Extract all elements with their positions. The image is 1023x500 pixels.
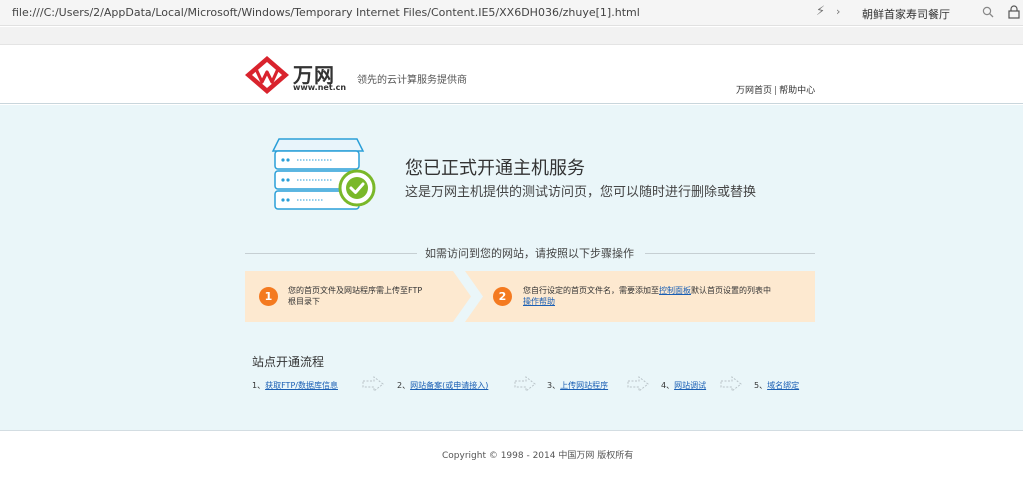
wanwang-logo-icon[interactable] [244,55,290,95]
step-2-suffix: 默认首页设置的列表中 [691,286,771,295]
step-1-line2: 根目录下 [288,297,320,306]
site-header: 万网 www.net.cn 领先的云计算服务提供商 万网首页 | 帮助中心 [0,46,1023,104]
flow-step-link[interactable]: 域名绑定 [767,381,799,390]
page-title: 您已正式开通主机服务 [405,158,585,179]
step-2-prefix: 您自行设定的首页文件名，需要添加至 [523,286,659,295]
divider-right [645,253,815,254]
site-footer: Copyright © 1998 - 2014 中国万网 版权所有 [0,432,1023,500]
control-panel-link[interactable]: 控制面板 [659,286,691,295]
steps-heading: 如需访问到您的网站，请按照以下步骤操作 [421,245,638,261]
divider-left [245,253,417,254]
step-1-line1: 您的首页文件及网站程序需上传至FTP [288,286,423,295]
home-link[interactable]: 万网首页 [736,86,772,96]
flow-step-link[interactable]: 网站调试 [674,381,706,390]
copyright-text: Copyright © 1998 - 2014 中国万网 版权所有 [442,451,634,461]
right-arrow-icon [720,376,742,392]
flow-step-num: 4、 [661,381,675,390]
flow-step-5: 5、域名绑定 [754,380,799,391]
logo-url: www.net.cn [293,83,347,92]
browser-toolbar [0,27,1023,45]
flow-step-link[interactable]: 上传网站程序 [560,381,608,390]
step-1-text: 您的首页文件及网站程序需上传至FTP 根目录下 [288,285,458,307]
flow-title: 站点开通流程 [252,355,325,369]
step-2-text: 您自行设定的首页文件名，需要添加至控制面板默认首页设置的列表中 操作帮助 [523,285,808,307]
link-separator: | [774,86,778,96]
flow-step-1: 1、获取FTP/数据库信息 [252,380,338,391]
lock-icon[interactable] [1008,5,1020,19]
steps-panel: 1 您的首页文件及网站程序需上传至FTP 根目录下 2 您自行设定的首页文件名，… [245,271,815,322]
browser-address-bar: file:///C:/Users/2/AppData/Local/Microso… [0,0,1023,26]
right-arrow-icon [514,376,536,392]
main-content: 您已正式开通主机服务 这是万网主机提供的测试访问页，您可以随时进行删除或替换 如… [0,105,1023,431]
operation-help-link[interactable]: 操作帮助 [523,297,555,306]
page-subtitle: 这是万网主机提供的测试访问页，您可以随时进行删除或替换 [405,185,757,200]
step-number-2: 2 [493,287,512,306]
tagline: 领先的云计算服务提供商 [357,75,467,86]
help-center-link[interactable]: 帮助中心 [779,86,815,96]
right-arrow-icon [362,376,384,392]
flow-step-4: 4、网站调试 [661,380,706,391]
flow-step-link[interactable]: 网站备案(或申请接入) [410,381,488,390]
flow-step-num: 2、 [397,381,411,390]
flow-step-num: 5、 [754,381,768,390]
header-links: 万网首页 | 帮助中心 [736,83,815,96]
flow-step-2: 2、网站备案(或申请接入) [397,380,488,391]
right-arrow-icon [627,376,649,392]
flow-step-num: 3、 [547,381,561,390]
flash-icon[interactable]: ⚡ [816,4,825,19]
flow-step-num: 1、 [252,381,266,390]
flow-step-link[interactable]: 获取FTP/数据库信息 [265,381,338,390]
search-box[interactable]: 朝鲜首家寿司餐厅 [862,6,950,22]
chevron-right-icon[interactable]: › [836,5,840,18]
step-number-1: 1 [259,287,278,306]
address-url-field[interactable]: file:///C:/Users/2/AppData/Local/Microso… [12,6,640,19]
flow-step-3: 3、上传网站程序 [547,380,608,391]
server-check-icon [271,138,376,210]
search-icon[interactable] [982,6,994,18]
